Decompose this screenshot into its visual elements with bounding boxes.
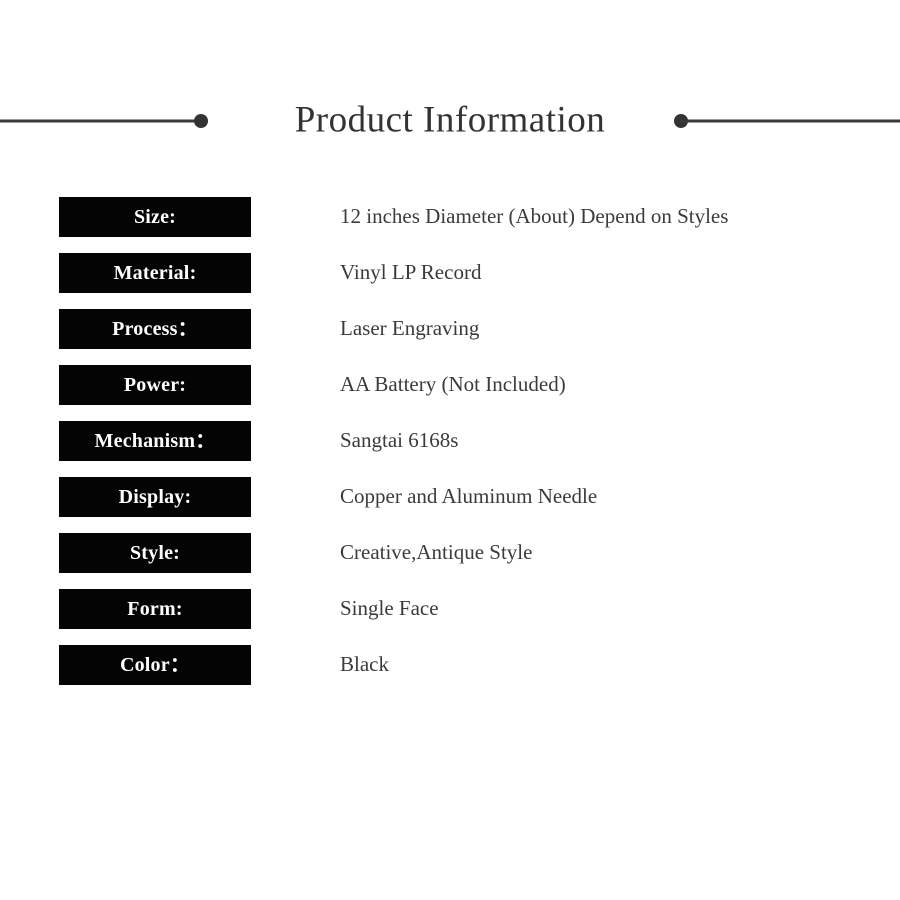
spec-row: Color： Black xyxy=(59,645,894,685)
spec-row: Power: AA Battery (Not Included) xyxy=(59,365,894,405)
spec-row: Material: Vinyl LP Record xyxy=(59,253,894,293)
spec-label-color: Color： xyxy=(59,645,251,685)
spec-value-size: 12 inches Diameter (About) Depend on Sty… xyxy=(340,204,729,229)
spec-label-mechanism: Mechanism： xyxy=(59,421,251,461)
spec-label-process: Process： xyxy=(59,309,251,349)
spec-row: Process： Laser Engraving xyxy=(59,309,894,349)
product-information-page: Product Information Size: 12 inches Diam… xyxy=(0,0,900,900)
spec-row: Display: Copper and Aluminum Needle xyxy=(59,477,894,517)
section-header: Product Information xyxy=(0,92,900,150)
spec-value-display: Copper and Aluminum Needle xyxy=(340,484,598,509)
spec-row: Size: 12 inches Diameter (About) Depend … xyxy=(59,197,894,237)
spec-value-process: Laser Engraving xyxy=(340,316,480,341)
spec-value-form: Single Face xyxy=(340,596,439,621)
spec-label-display: Display: xyxy=(59,477,251,517)
spec-value-mechanism: Sangtai 6168s xyxy=(340,428,459,453)
spec-label-style: Style: xyxy=(59,533,251,573)
header-rule-right xyxy=(680,119,900,123)
spec-label-form: Form: xyxy=(59,589,251,629)
spec-row: Mechanism： Sangtai 6168s xyxy=(59,421,894,461)
spec-label-size: Size: xyxy=(59,197,251,237)
spec-label-material: Material: xyxy=(59,253,251,293)
spec-label-power: Power: xyxy=(59,365,251,405)
spec-table: Size: 12 inches Diameter (About) Depend … xyxy=(59,197,894,685)
spec-row: Form: Single Face xyxy=(59,589,894,629)
spec-value-style: Creative,Antique Style xyxy=(340,540,533,565)
spec-value-power: AA Battery (Not Included) xyxy=(340,372,566,397)
spec-value-color: Black xyxy=(340,652,389,677)
spec-value-material: Vinyl LP Record xyxy=(340,260,482,285)
spec-row: Style: Creative,Antique Style xyxy=(59,533,894,573)
